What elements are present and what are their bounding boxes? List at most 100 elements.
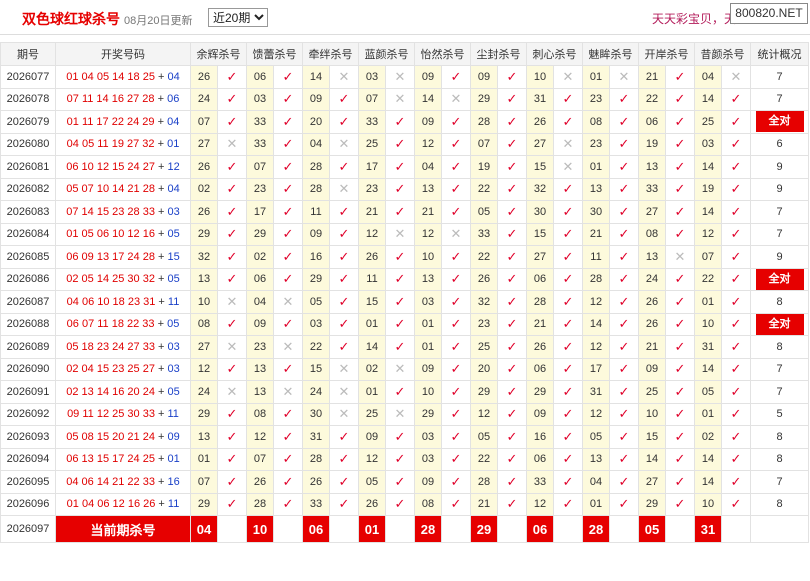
kill-number-cell: 15 [526,155,554,179]
cross-icon: ✕ [217,380,247,404]
kill-number-cell: 10 [694,492,722,516]
kill-number-cell: 08 [582,110,610,134]
kill-number-cell: 14 [414,87,442,111]
kill-number-cell: 13 [414,177,442,201]
check-icon: ✓ [721,290,751,314]
kill-number-cell: 27 [638,470,666,494]
kill-number-cell: 12 [414,222,442,246]
check-icon: ✓ [329,470,359,494]
kill-number-cell: 12 [582,402,610,426]
kill-number-cell: 28 [582,267,610,291]
check-icon: ✓ [273,245,303,269]
period-cell: 2026080 [0,132,56,156]
kill-number-cell: 31 [694,335,722,359]
kill-number-cell: 08 [414,492,442,516]
kill-number-cell: 12 [582,335,610,359]
cross-icon: ✕ [553,155,583,179]
kill-number-cell: 11 [302,200,330,224]
check-icon: ✓ [665,267,695,291]
kill-number-cell: 06 [638,110,666,134]
check-icon: ✓ [441,155,471,179]
check-icon: ✓ [441,335,471,359]
empty-cell [609,515,639,543]
cross-icon: ✕ [329,177,359,201]
check-icon: ✓ [273,110,303,134]
draw-numbers-cell: 02 13 14 16 20 24 + 05 [55,380,191,404]
red-balls: 07 11 14 16 27 28 [66,93,155,106]
kill-number-cell: 11 [358,267,386,291]
kill-number-cell: 23 [582,132,610,156]
check-icon: ✓ [665,177,695,201]
check-icon: ✓ [609,155,639,179]
kill-number-cell: 21 [470,492,498,516]
cross-icon: ✕ [441,87,471,111]
cross-icon: ✕ [217,335,247,359]
table-row: 2026094 06 13 15 17 24 25 + 01 01 ✓ 07 ✓ 28 ✓ 12… [0,447,809,471]
site-badge: 800820.NET [730,3,808,24]
kill-number-cell: 29 [190,492,218,516]
kill-number-cell: 12 [470,402,498,426]
period-cell: 2026086 [0,267,56,291]
stat-cell: 8 [750,492,809,516]
check-icon: ✓ [553,222,583,246]
check-icon: ✓ [497,447,527,471]
check-icon: ✓ [497,110,527,134]
kill-number-cell: 12 [358,222,386,246]
kill-number-cell: 27 [190,335,218,359]
red-balls: 04 06 14 21 22 33 [66,475,155,488]
check-icon: ✓ [441,425,471,449]
check-icon: ✓ [497,380,527,404]
check-icon: ✓ [273,492,303,516]
check-icon: ✓ [609,110,639,134]
check-icon: ✓ [441,380,471,404]
kill-number-cell: 28 [302,155,330,179]
check-icon: ✓ [609,357,639,381]
check-icon: ✓ [609,402,639,426]
kill-number-cell: 07 [190,470,218,494]
cross-icon: ✕ [385,65,415,89]
draw-numbers-cell: 06 07 11 18 22 33 + 05 [55,312,191,336]
kill-number-cell: 28 [470,470,498,494]
check-icon: ✓ [441,245,471,269]
kill-number-cell: 29 [190,222,218,246]
check-icon: ✓ [609,335,639,359]
kill-number-cell: 09 [638,357,666,381]
empty-cell [497,515,527,543]
check-icon: ✓ [609,380,639,404]
period-range-select[interactable]: 近20期 [208,8,268,27]
kill-number-cell: 12 [582,290,610,314]
check-icon: ✓ [665,492,695,516]
current-kill-number: 06 [526,515,554,543]
column-header: 昔颜杀号 [694,42,751,66]
stat-cell: 全对 [750,110,809,134]
check-icon: ✓ [665,132,695,156]
kill-number-cell: 07 [246,155,274,179]
check-icon: ✓ [385,425,415,449]
check-icon: ✓ [609,222,639,246]
check-icon: ✓ [721,245,751,269]
check-icon: ✓ [497,132,527,156]
kill-number-cell: 19 [638,132,666,156]
draw-numbers-cell: 01 04 05 14 18 25 + 04 [55,65,191,89]
cross-icon: ✕ [609,65,639,89]
kill-number-cell: 10 [526,65,554,89]
period-cell: 2026077 [0,65,56,89]
period-cell: 2026092 [0,402,56,426]
check-icon: ✓ [553,200,583,224]
check-icon: ✓ [329,267,359,291]
table-row: 2026077 01 04 05 14 18 25 + 04 26 ✓ 06 ✓ 14 ✕ 03… [0,65,809,89]
blue-ball: 03 [167,205,180,218]
check-icon: ✓ [441,65,471,89]
kill-number-cell: 26 [358,492,386,516]
kill-number-cell: 03 [414,447,442,471]
kill-number-cell: 21 [358,200,386,224]
check-icon: ✓ [609,470,639,494]
cross-icon: ✕ [385,222,415,246]
empty-cell [750,515,809,543]
check-icon: ✓ [665,290,695,314]
check-icon: ✓ [721,380,751,404]
check-icon: ✓ [609,447,639,471]
kill-number-cell: 01 [358,312,386,336]
kill-number-cell: 29 [302,267,330,291]
check-icon: ✓ [497,65,527,89]
